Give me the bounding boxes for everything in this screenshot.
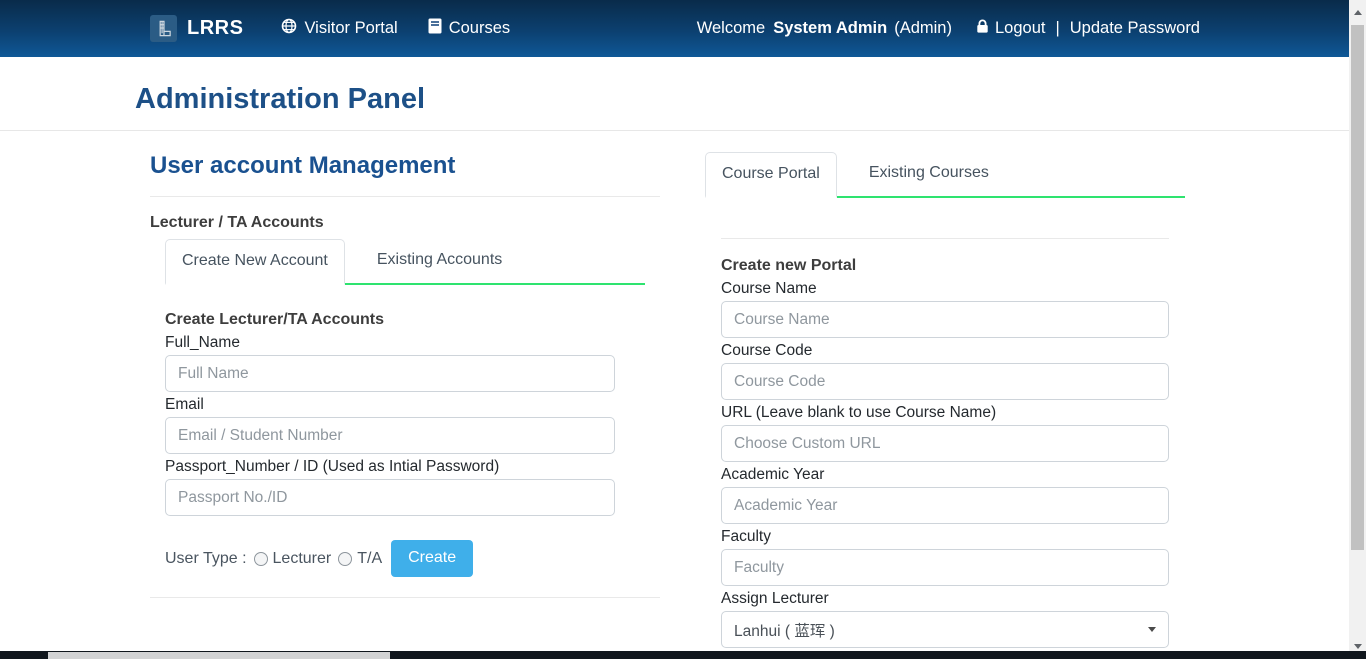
update-password-link[interactable]: Update Password [1070,19,1200,38]
assign-lecturer-field: Assign Lecturer Lanhui ( 蓝珲 ) [721,589,1169,648]
chevron-down-icon [1148,627,1156,632]
faculty-input[interactable] [721,549,1169,586]
user-type-row: User Type : Lecturer T/A Create [165,540,615,577]
assign-lecturer-value: Lanhui ( 蓝珲 ) [734,619,835,641]
full-name-label: Full_Name [165,333,615,353]
create-account-button[interactable]: Create [391,540,473,577]
arrow-down-icon [1354,644,1362,649]
account-tabs: Create New Account Existing Accounts [165,239,645,285]
user-name: System Admin [773,19,887,38]
page-header: Administration Panel [0,57,1349,131]
faculty-field: Faculty [721,527,1169,586]
vertical-scrollbar[interactable] [1349,0,1366,659]
email-label: Email [165,395,615,415]
divider [150,597,660,598]
passport-label: Passport_Number / ID (Used as Intial Pas… [165,457,615,477]
assign-lecturer-label: Assign Lecturer [721,589,1169,609]
academic-year-label: Academic Year [721,465,1169,485]
lrrs-logo-icon [150,15,177,42]
brand-link[interactable]: LRRS [150,15,243,42]
custom-url-label: URL (Leave blank to use Course Name) [721,403,1169,423]
navbar-links: Visitor Portal Courses [281,18,510,39]
tab-course-portal[interactable]: Course Portal [705,152,837,198]
nav-courses-label: Courses [449,19,510,38]
footer-bar [0,651,1366,659]
lecturer-ta-subheading: Lecturer / TA Accounts [150,213,660,233]
course-code-label: Course Code [721,341,1169,361]
lock-icon [976,19,989,39]
user-account-title: User account Management [150,152,660,180]
full-name-input[interactable] [165,355,615,392]
course-name-input[interactable] [721,301,1169,338]
radio-ta-label: T/A [357,550,382,568]
navbar-divider: | [1055,19,1059,38]
brand-label: LRRS [187,17,243,40]
course-code-input[interactable] [721,363,1169,400]
tab-create-new-account[interactable]: Create New Account [165,239,345,285]
scrollbar-up-button[interactable] [1349,4,1366,21]
logout-link[interactable]: Logout [976,19,1045,39]
passport-input[interactable] [165,479,615,516]
user-role: (Admin) [894,19,952,38]
nav-courses[interactable]: Courses [428,18,510,39]
tab-gap [345,239,361,283]
top-navbar: LRRS Visitor Portal [0,0,1349,57]
custom-url-input[interactable] [721,425,1169,462]
page-title: Administration Panel [135,83,425,115]
welcome-text: Welcome [697,19,765,38]
nav-visitor-portal[interactable]: Visitor Portal [281,18,397,39]
create-account-form: Create Lecturer/TA Accounts Full_Name Em… [165,285,615,598]
create-portal-form: Create new Portal Course Name Course Cod… [705,198,1185,659]
course-name-field: Course Name [721,279,1169,338]
course-code-field: Course Code [721,341,1169,400]
arrow-up-icon [1354,10,1362,15]
full-name-field: Full_Name [165,333,615,392]
email-input[interactable] [165,417,615,454]
user-type-label: User Type : [165,550,247,568]
assign-lecturer-select[interactable]: Lanhui ( 蓝珲 ) [721,611,1169,648]
create-portal-heading: Create new Portal [721,256,1169,276]
tab-gap [837,152,853,196]
nav-visitor-portal-label: Visitor Portal [304,19,397,38]
course-portal-panel: Course Portal Existing Courses Create ne… [705,152,1185,659]
navbar-user-area: Welcome System Admin (Admin) Logout | Up… [697,19,1200,39]
tab-existing-courses[interactable]: Existing Courses [853,152,1005,196]
logout-label: Logout [995,19,1045,38]
divider [721,238,1169,239]
create-account-heading: Create Lecturer/TA Accounts [165,310,615,330]
globe-icon [281,18,297,39]
email-field: Email [165,395,615,454]
radio-ta[interactable] [338,552,352,566]
radio-lecturer[interactable] [254,552,268,566]
faculty-label: Faculty [721,527,1169,547]
academic-year-input[interactable] [721,487,1169,524]
course-tabs: Course Portal Existing Courses [705,152,1185,198]
divider [150,196,660,197]
book-icon [428,18,442,39]
academic-year-field: Academic Year [721,465,1169,524]
course-name-label: Course Name [721,279,1169,299]
custom-url-field: URL (Leave blank to use Course Name) [721,403,1169,462]
admin-page: LRRS Visitor Portal [0,0,1366,659]
user-account-panel: User account Management Lecturer / TA Ac… [150,152,660,598]
tab-existing-accounts[interactable]: Existing Accounts [361,239,518,283]
scrollbar-thumb[interactable] [1351,25,1364,550]
radio-lecturer-label: Lecturer [273,550,332,568]
footer-bar-segment [48,652,390,659]
passport-field: Passport_Number / ID (Used as Intial Pas… [165,457,615,516]
